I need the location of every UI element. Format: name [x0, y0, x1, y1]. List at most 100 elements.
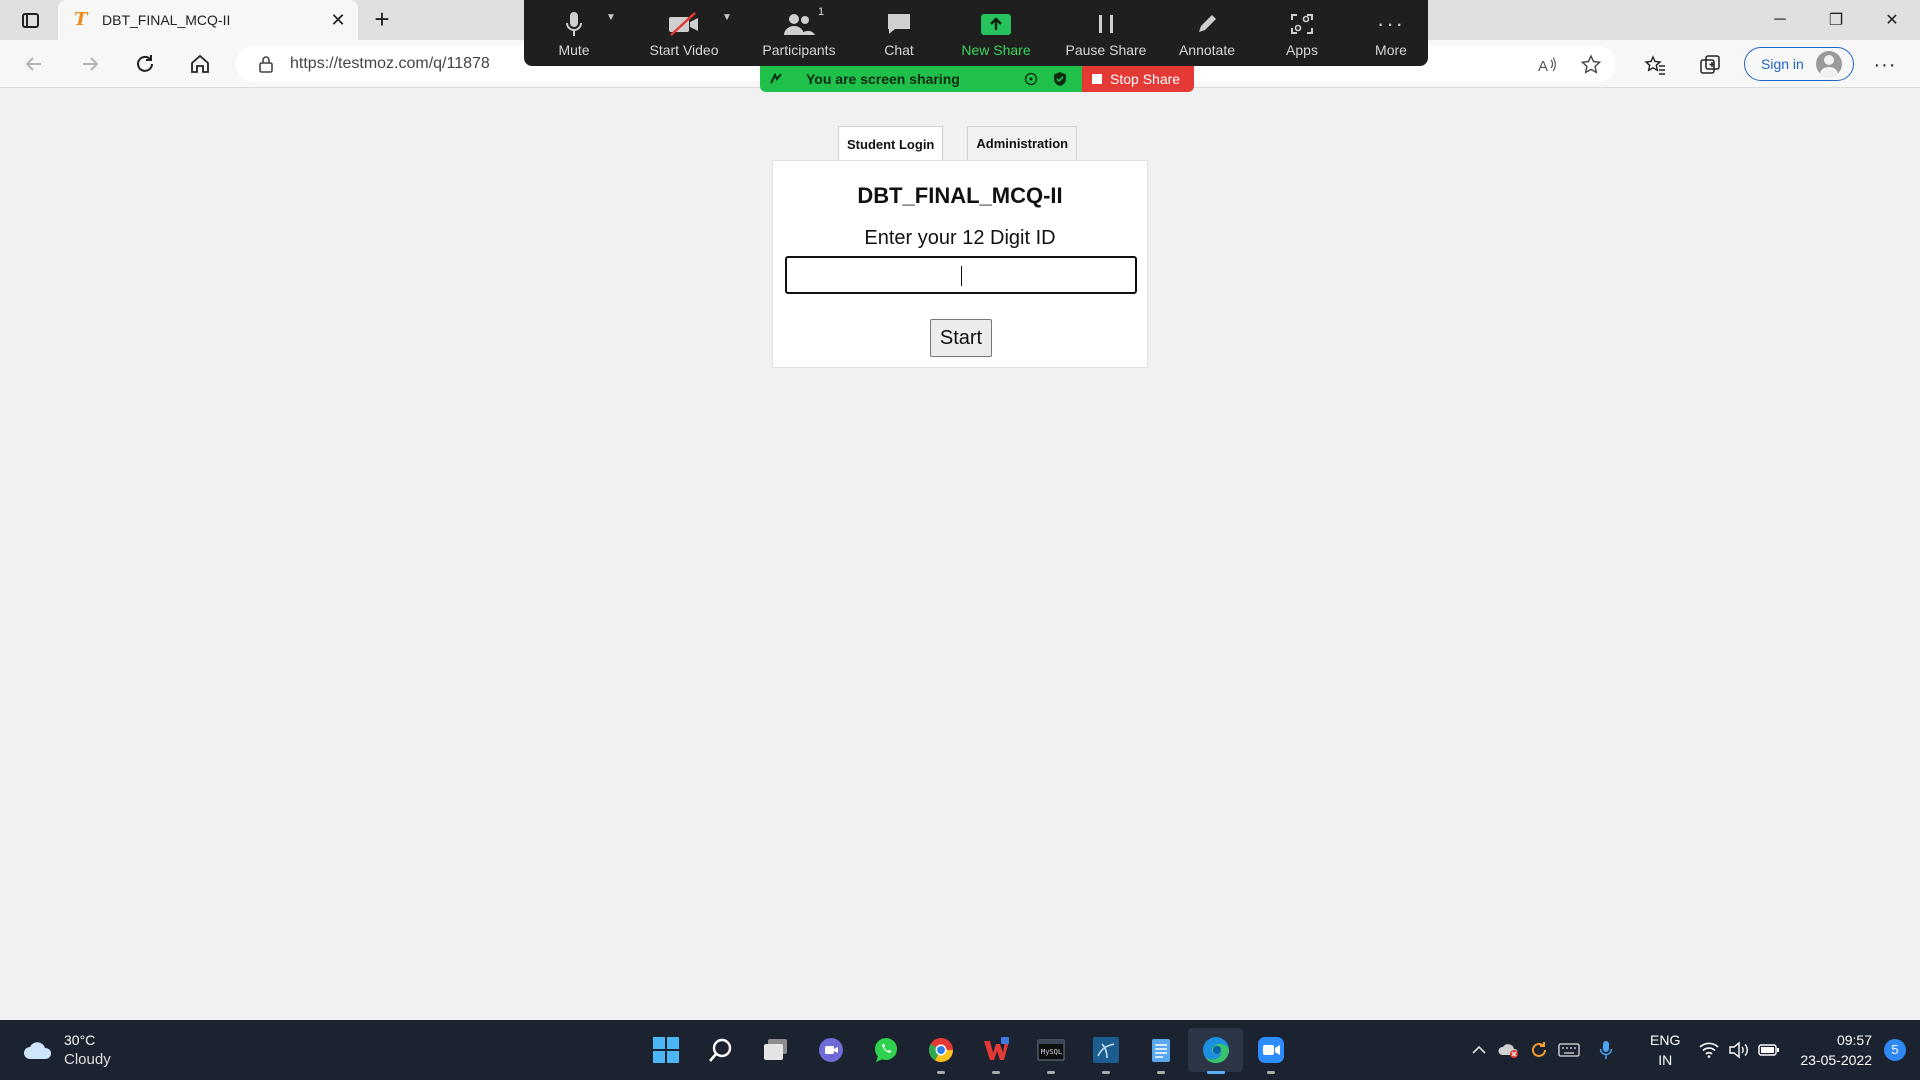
read-aloud-icon[interactable]: A	[1532, 50, 1562, 80]
stop-share-button[interactable]: Stop Share	[1082, 66, 1194, 92]
zoom-apps-button[interactable]: Apps	[1250, 0, 1354, 66]
new-tab-button[interactable]: +	[368, 6, 396, 34]
video-options-chevron-icon[interactable]: ▼	[722, 12, 732, 23]
mysql-app[interactable]: MySQL	[1023, 1028, 1078, 1074]
windows-taskbar: 30°C Cloudy MySQL ENG IN 09:57 23-05-202…	[0, 1020, 1920, 1080]
zoom-more-button[interactable]: ··· More	[1354, 0, 1428, 66]
weather-widget[interactable]: 30°C Cloudy	[22, 1030, 111, 1070]
notepad-icon	[1151, 1039, 1170, 1062]
drag-handle-icon[interactable]	[768, 71, 784, 87]
cloudy-weather-icon	[24, 1042, 52, 1059]
settings-more-icon[interactable]: ···	[1870, 50, 1900, 80]
chrome-app[interactable]	[913, 1028, 968, 1074]
running-indicator	[1266, 1071, 1275, 1074]
zoom-participants-label: Participants	[762, 42, 836, 58]
start-button[interactable]: Start	[930, 319, 992, 357]
weather-temperature: 30°C	[64, 1032, 96, 1048]
id-prompt-label: Enter your 12 Digit ID	[864, 227, 1056, 249]
zoom-participants-button[interactable]: 1 Participants	[744, 0, 854, 66]
input-language-indicator[interactable]: ENG IN	[1650, 1030, 1680, 1070]
clock[interactable]: 09:57 23-05-2022	[1800, 1030, 1872, 1070]
forward-button[interactable]	[74, 48, 106, 80]
mute-options-chevron-icon[interactable]: ▼	[606, 12, 616, 23]
wps-office-app[interactable]	[968, 1028, 1023, 1074]
favorites-icon[interactable]	[1640, 50, 1670, 80]
windows-start-icon	[652, 1037, 679, 1063]
back-button[interactable]	[18, 48, 50, 80]
start-button[interactable]	[638, 1028, 693, 1072]
chrome-icon	[928, 1038, 953, 1063]
forward-arrow-icon	[83, 57, 99, 71]
wifi-icon[interactable]	[1694, 1042, 1724, 1058]
minimize-button[interactable]: ─	[1752, 0, 1808, 40]
tab-actions-menu-icon[interactable]	[14, 8, 46, 32]
task-view-icon	[763, 1039, 787, 1060]
taskbar-search-button[interactable]	[693, 1028, 748, 1072]
zoom-pause-share-label: Pause Share	[1065, 42, 1147, 58]
sync-app-icon[interactable]	[1524, 1040, 1554, 1060]
restore-button[interactable]: ❐	[1808, 0, 1864, 40]
home-icon	[191, 54, 209, 73]
teams-chat-app[interactable]	[803, 1028, 858, 1072]
battery-icon[interactable]	[1754, 1043, 1784, 1057]
zoom-chat-button[interactable]: Chat	[854, 0, 944, 66]
edge-app[interactable]	[1188, 1028, 1243, 1074]
whatsapp-icon	[874, 1038, 897, 1062]
zoom-icon	[1257, 1037, 1284, 1063]
profile-avatar-icon	[1815, 51, 1842, 77]
whatsapp-app[interactable]	[858, 1028, 913, 1072]
zoom-app[interactable]	[1243, 1028, 1298, 1074]
security-shield-icon	[1054, 72, 1066, 86]
running-indicator	[936, 1071, 945, 1074]
show-hidden-icons-chevron-icon[interactable]	[1464, 1042, 1494, 1058]
notepad-app[interactable]	[1133, 1028, 1188, 1074]
wps-office-icon	[983, 1037, 1009, 1060]
add-favorite-icon[interactable]	[1576, 50, 1606, 80]
volume-icon[interactable]	[1724, 1041, 1754, 1059]
sql-workbench-icon	[1092, 1037, 1119, 1063]
student-id-input[interactable]	[785, 256, 1137, 294]
lock-icon[interactable]	[256, 54, 276, 74]
screen-sharing-banner: You are screen sharing Stop Share	[760, 66, 1194, 92]
pencil-icon	[1199, 15, 1216, 32]
sign-in-label: Sign in	[1761, 56, 1804, 72]
close-tab-icon[interactable]: ✕	[326, 8, 350, 32]
zoom-start-video-label: Start Video	[649, 42, 719, 58]
tab-administration[interactable]: Administration	[967, 126, 1078, 160]
home-button[interactable]	[184, 48, 216, 80]
microphone-in-use-icon[interactable]	[1584, 1040, 1628, 1060]
zoom-new-share-button[interactable]: New Share	[944, 0, 1048, 66]
teams-chat-icon	[818, 1038, 843, 1062]
task-view-button[interactable]	[748, 1028, 803, 1072]
zoom-start-video-button[interactable]: ▼ Start Video	[624, 0, 744, 66]
clock-time: 09:57	[1836, 1032, 1872, 1048]
search-icon	[708, 1038, 731, 1062]
sign-in-button[interactable]: Sign in	[1744, 47, 1854, 81]
zoom-pause-share-button[interactable]: Pause Share	[1048, 0, 1164, 66]
svg-text:A: A	[1538, 58, 1548, 75]
window-controls: ─ ❐ ✕	[1752, 0, 1920, 40]
notification-count-badge[interactable]: 5	[1884, 1039, 1906, 1061]
zoom-mute-button[interactable]: ▼ Mute	[524, 0, 624, 66]
zoom-new-share-label: New Share	[961, 42, 1031, 58]
screen-sharing-indicator[interactable]: You are screen sharing	[760, 66, 1082, 92]
onedrive-error-icon[interactable]	[1494, 1041, 1524, 1059]
zoom-annotate-button[interactable]: Annotate	[1164, 0, 1250, 66]
running-indicator	[1156, 1071, 1165, 1074]
zoom-mute-label: Mute	[558, 42, 590, 58]
sql-workbench-app[interactable]	[1078, 1028, 1133, 1074]
collections-icon[interactable]	[1695, 50, 1725, 80]
zoom-chat-label: Chat	[884, 42, 914, 58]
taskbar-pinned-apps: MySQL	[638, 1028, 1298, 1074]
touch-keyboard-icon[interactable]	[1554, 1042, 1584, 1058]
refresh-button[interactable]	[129, 48, 161, 80]
quiz-title: DBT_FINAL_MCQ-II	[857, 183, 1063, 208]
microphone-icon	[566, 12, 582, 36]
status-circle-icon	[1024, 72, 1038, 86]
testmoz-favicon-icon: T	[74, 9, 88, 30]
tab-student-login[interactable]: Student Login	[838, 126, 944, 161]
back-arrow-icon	[25, 57, 41, 71]
browser-tab-active[interactable]: T DBT_FINAL_MCQ-II ✕	[58, 0, 358, 40]
close-window-button[interactable]: ✕	[1864, 0, 1920, 40]
apps-icon	[1291, 14, 1313, 34]
